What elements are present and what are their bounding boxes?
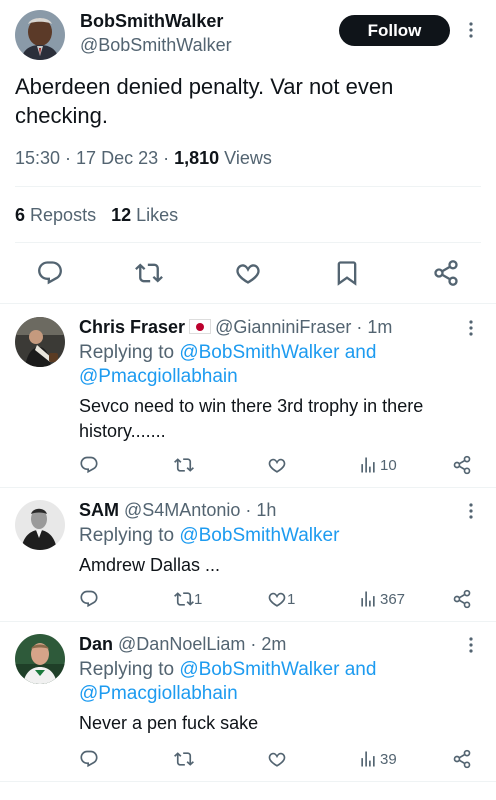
reply-button[interactable]: [79, 454, 99, 476]
like-button[interactable]: [267, 454, 287, 476]
japan-flag-icon: [189, 319, 212, 334]
share-icon: [452, 589, 472, 609]
replying-to: Replying to @BobSmithWalker and: [79, 342, 376, 364]
like-count: 1: [287, 590, 296, 608]
repost-button[interactable]: [174, 454, 194, 476]
reply-button[interactable]: [79, 748, 99, 770]
author-handle[interactable]: @BobSmithWalker: [80, 35, 232, 56]
reply-icon: [79, 589, 99, 609]
reply-item[interactable]: SAM @S4MAntonio · 1h Replying to @BobSmi…: [0, 488, 496, 622]
reposts-count: 6: [15, 205, 26, 225]
tweet-date[interactable]: 17 Dec 23: [76, 148, 158, 168]
repost-icon[interactable]: [135, 259, 163, 287]
like-icon: [267, 589, 287, 609]
tweet-stats: 6 Reposts 12 Likes: [15, 205, 178, 226]
share-button[interactable]: [452, 748, 472, 770]
views-count: 10: [380, 456, 397, 474]
reply-author-handle[interactable]: @DanNoelLiam: [118, 634, 245, 654]
replying-to-prefix: Replying to: [79, 525, 175, 546]
share-button[interactable]: [452, 454, 472, 476]
reply-text: Amdrew Dallas ...: [79, 555, 221, 575]
bookmark-icon[interactable]: [333, 259, 361, 287]
reposts-stat[interactable]: 6 Reposts: [15, 205, 96, 225]
tweet-text: Aberdeen denied penalty. Var not even ch…: [15, 74, 394, 128]
views-icon: [358, 455, 378, 475]
more-options-icon[interactable]: [464, 501, 478, 521]
replying-to-link[interactable]: @BobSmithWalker and: [179, 659, 376, 680]
reply-icon: [79, 749, 99, 769]
reply-header: SAM @S4MAntonio · 1h: [79, 500, 277, 520]
reply-icon[interactable]: [36, 259, 64, 287]
reply-author-name[interactable]: SAM: [79, 500, 119, 520]
reply-header: Dan @DanNoelLiam · 2m: [79, 634, 287, 654]
like-button[interactable]: 1: [267, 588, 295, 610]
replying-to-link[interactable]: @BobSmithWalker: [179, 525, 339, 546]
reply-item[interactable]: Dan @DanNoelLiam · 2m Replying to @BobSm…: [0, 622, 496, 782]
views-button[interactable]: 10: [358, 454, 397, 476]
author-name[interactable]: BobSmithWalker: [80, 11, 223, 32]
tweet-meta: 15:30 · 17 Dec 23 · 1,810 Views: [15, 148, 272, 168]
replying-to-link[interactable]: @BobSmithWalker and: [179, 342, 376, 363]
share-button[interactable]: [452, 588, 472, 610]
replying-to: Replying to @BobSmithWalker: [79, 525, 339, 547]
share-icon: [452, 749, 472, 769]
views-count: 367: [380, 590, 406, 608]
avatar[interactable]: [15, 634, 65, 684]
likes-stat[interactable]: 12 Likes: [111, 205, 178, 225]
tweet-time[interactable]: 15:30: [15, 148, 60, 168]
reply-author-handle[interactable]: @GianniniFraser: [215, 317, 351, 337]
likes-count: 12: [111, 205, 132, 225]
reply-author-name[interactable]: Dan: [79, 634, 113, 654]
avatar[interactable]: [15, 500, 65, 550]
repost-icon: [174, 749, 194, 769]
repost-icon: [174, 455, 194, 475]
divider: [15, 186, 481, 187]
reply-age[interactable]: 1m: [367, 317, 392, 337]
avatar[interactable]: [15, 317, 65, 367]
share-icon[interactable]: [432, 259, 460, 287]
reply-text: Sevco need to win there 3rd trophy in th…: [79, 396, 424, 441]
likes-label: Likes: [136, 205, 179, 225]
like-icon: [267, 749, 287, 769]
reply-author-handle[interactable]: @S4MAntonio: [124, 500, 240, 520]
replying-to: Replying to @BobSmithWalker and: [79, 659, 376, 681]
reposts-label: Reposts: [30, 205, 97, 225]
like-icon: [267, 455, 287, 475]
reply-age[interactable]: 2m: [261, 634, 286, 654]
repost-button[interactable]: [174, 748, 194, 770]
reply-button[interactable]: [79, 588, 99, 610]
reply-text: Never a pen fuck sake: [79, 713, 259, 733]
reply-age[interactable]: 1h: [256, 500, 276, 520]
share-icon: [452, 455, 472, 475]
views-button[interactable]: 367: [358, 588, 405, 610]
reply-icon: [79, 455, 99, 475]
repost-button[interactable]: 1: [174, 588, 202, 610]
views-icon: [358, 589, 378, 609]
repost-count: 1: [194, 590, 203, 608]
more-options-icon[interactable]: [464, 635, 478, 655]
more-options-icon[interactable]: [464, 318, 478, 338]
divider: [15, 242, 481, 243]
like-icon[interactable]: [234, 259, 262, 287]
reply-author-name[interactable]: Chris Fraser: [79, 317, 185, 337]
replying-to-link[interactable]: @Pmacgiollabhain: [79, 683, 238, 705]
more-options-icon[interactable]: [464, 20, 478, 40]
reply-item[interactable]: Chris Fraser @GianniniFraser · 1m Replyin…: [0, 304, 496, 488]
like-button[interactable]: [267, 748, 287, 770]
repost-icon: [174, 589, 194, 609]
views-count: 39: [380, 750, 397, 768]
views-icon: [358, 749, 378, 769]
views-button[interactable]: 39: [358, 748, 397, 770]
replying-to-prefix: Replying to: [79, 659, 175, 680]
reply-header: Chris Fraser @GianniniFraser · 1m: [79, 317, 393, 337]
main-tweet: BobSmithWalker @BobSmithWalker Follow Ab…: [0, 0, 496, 304]
replying-to-prefix: Replying to: [79, 342, 175, 363]
avatar[interactable]: [15, 10, 65, 60]
follow-button[interactable]: Follow: [339, 15, 450, 46]
replying-to-link[interactable]: @Pmacgiollabhain: [79, 366, 238, 388]
views-count: 1,810: [174, 148, 220, 168]
views-label: Views: [224, 148, 272, 168]
